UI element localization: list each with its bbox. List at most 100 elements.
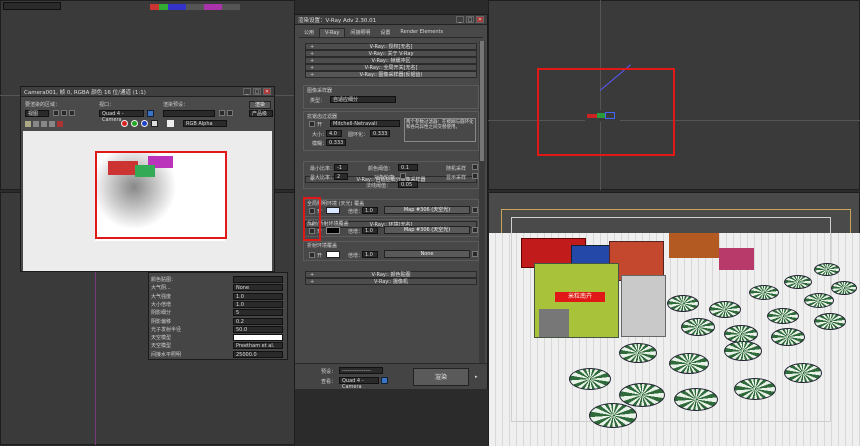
refr-env-color-swatch[interactable]: [326, 251, 340, 258]
region-icon-2[interactable]: [61, 110, 67, 116]
frame-title-bar[interactable]: Camera001, 帧 0, RGBA 颜色 16 位/通道 (1:1) _ …: [21, 87, 274, 97]
tab-indirect[interactable]: 间接照明: [345, 28, 375, 37]
lock-icon[interactable]: [147, 110, 154, 117]
tab-common[interactable]: 公用: [299, 28, 319, 37]
umbrella: [589, 403, 637, 428]
footer-lock-icon[interactable]: [381, 377, 388, 384]
refl-env-map-button[interactable]: Map #306 (天空光): [384, 226, 470, 234]
aa-size-input[interactable]: 4.0: [326, 130, 342, 137]
clone-icon[interactable]: [41, 121, 47, 127]
channel-select[interactable]: RGB Alpha: [183, 120, 227, 127]
camera-viewport[interactable]: 米粒南卉: [488, 192, 860, 446]
rollout-frame-buffer[interactable]: V-Ray:: 帧缓冲区: [305, 57, 477, 64]
region-icon-1[interactable]: [53, 110, 59, 116]
refl-env-mult-input[interactable]: 1.0: [362, 227, 378, 234]
close-button[interactable]: ✕: [263, 88, 271, 95]
object-outline-checkbox[interactable]: [400, 173, 406, 179]
toolbar-strip: [150, 4, 240, 10]
aa-blur-input[interactable]: 0.333: [326, 139, 346, 146]
sun-param-value[interactable]: [233, 334, 283, 342]
gi-env-map-checkbox[interactable]: [472, 207, 478, 213]
rs-close-button[interactable]: ✕: [476, 16, 484, 23]
container-orange: [669, 233, 719, 258]
render-setup-title-bar[interactable]: 渲染设置：V-Ray Adv 2.30.01 _ □ ✕: [295, 15, 487, 25]
rs-minimize-button[interactable]: _: [456, 16, 464, 23]
green-channel-icon[interactable]: [131, 120, 138, 127]
sun-param-value[interactable]: 25000.0: [233, 350, 283, 358]
refr-env-mult-label: 倍增：: [348, 253, 364, 259]
preset-icon-1[interactable]: [219, 110, 225, 116]
tab-settings[interactable]: 设置: [375, 28, 395, 37]
preset-select[interactable]: [163, 110, 215, 117]
sun-param-value[interactable]: [233, 276, 283, 283]
save-icon[interactable]: [25, 121, 31, 127]
sun-param-value[interactable]: 0.2: [233, 317, 283, 325]
sun-parameters-panel[interactable]: 颜色贴图： 大气阴... None 大气强度 1.0 大小倍增 1.0 阴影细分 5 阴影偏移 0.…: [148, 272, 288, 360]
production-select[interactable]: 产品级: [249, 110, 273, 117]
gi-env-map-button[interactable]: Map #306 (天空光): [384, 206, 470, 214]
footer-render-button[interactable]: 渲染: [413, 368, 469, 386]
tab-render-elements[interactable]: Render Elements: [395, 28, 448, 37]
rollout-about[interactable]: V-Ray:: 关于 V-Ray: [305, 50, 477, 57]
clear-icon[interactable]: [57, 121, 63, 127]
show-samples-checkbox[interactable]: [472, 173, 478, 179]
sun-param-label: 光子发射半径: [151, 326, 182, 333]
aa-filter-select[interactable]: Mitchell-Netravali: [330, 120, 400, 127]
rollout-global-switches[interactable]: V-Ray:: 全局开关[无名]: [305, 64, 477, 71]
footer-view-select[interactable]: Quad 4 - Camera: [339, 377, 379, 390]
viewport-select[interactable]: Quad 4 - Camera: [99, 110, 144, 123]
copy-icon[interactable]: [33, 121, 39, 127]
gi-env-mult-input[interactable]: 1.0: [362, 207, 378, 214]
maximize-button[interactable]: □: [253, 88, 261, 95]
refl-env-map-checkbox[interactable]: [472, 227, 478, 233]
render-canvas: [23, 131, 272, 271]
top-left-field[interactable]: [3, 2, 61, 10]
red-channel-icon[interactable]: [121, 120, 128, 127]
sun-param-label: 大气强度: [151, 293, 172, 300]
aa-filter-on-checkbox[interactable]: [309, 121, 315, 127]
rs-maximize-button[interactable]: □: [466, 16, 474, 23]
sun-param-value[interactable]: None: [233, 284, 283, 292]
sun-param-value[interactable]: 1.0: [233, 292, 283, 300]
render-setup-dialog[interactable]: 渲染设置：V-Ray Adv 2.30.01 _ □ ✕ 公用 V-Ray 间接…: [294, 14, 488, 390]
blue-channel-icon[interactable]: [141, 120, 148, 127]
minimize-button[interactable]: _: [243, 88, 251, 95]
rollout-image-sampler[interactable]: V-Ray:: 图像采样器(反锯齿): [305, 71, 477, 78]
clr-thresh-input[interactable]: 0.1: [398, 164, 418, 171]
normals-label: 法线阈值：: [366, 183, 392, 189]
refr-env-map-checkbox[interactable]: [472, 251, 478, 257]
render-button-small[interactable]: 渲染: [249, 101, 271, 109]
sampler-type-select[interactable]: 自适应细分: [330, 96, 396, 103]
randomize-checkbox[interactable]: [472, 164, 478, 170]
sun-param-value[interactable]: 50.0: [233, 325, 283, 333]
refl-env-color-swatch[interactable]: [326, 227, 340, 234]
scrollbar[interactable]: [479, 41, 485, 371]
region-icon-3[interactable]: [69, 110, 75, 116]
rollout-camera[interactable]: V-Ray:: 摄像机: [305, 278, 477, 285]
min-rate-input[interactable]: -1: [334, 164, 348, 171]
refr-env-on-checkbox[interactable]: [309, 252, 315, 258]
rollout-license[interactable]: V-Ray:: 授权[无名]: [305, 43, 477, 50]
alpha-channel-icon[interactable]: [151, 120, 158, 127]
print-icon[interactable]: [49, 121, 55, 127]
footer-expand-icon[interactable]: ▸: [475, 374, 481, 380]
aa-ring-label: 圆环化：: [348, 132, 369, 138]
sun-param-label: 阴影偏移: [151, 318, 172, 325]
sun-param-value[interactable]: 1.0: [233, 300, 283, 308]
sun-param-value[interactable]: 5: [233, 309, 283, 317]
sun-param-value[interactable]: Preetham et al.: [233, 342, 283, 350]
mono-icon[interactable]: [167, 120, 174, 127]
refr-env-mult-input[interactable]: 1.0: [362, 251, 378, 258]
preset-icon-2[interactable]: [227, 110, 233, 116]
refr-env-map-button[interactable]: None: [384, 250, 470, 258]
rollout-color-mapping[interactable]: V-Ray:: 颜色贴图: [305, 271, 477, 278]
max-rate-input[interactable]: 2: [334, 173, 348, 180]
footer-preset-select[interactable]: ----------------: [339, 367, 383, 374]
normals-input[interactable]: 0.05: [398, 181, 418, 188]
tab-vray[interactable]: V-Ray: [319, 28, 346, 37]
sun-param-row: 大气阴... None: [151, 284, 285, 292]
region-select[interactable]: 视图: [25, 110, 49, 117]
frame-buffer-window[interactable]: Camera001, 帧 0, RGBA 颜色 16 位/通道 (1:1) _ …: [20, 86, 275, 272]
aa-ring-input[interactable]: 0.333: [370, 130, 390, 137]
gi-env-color-swatch[interactable]: [326, 207, 340, 214]
